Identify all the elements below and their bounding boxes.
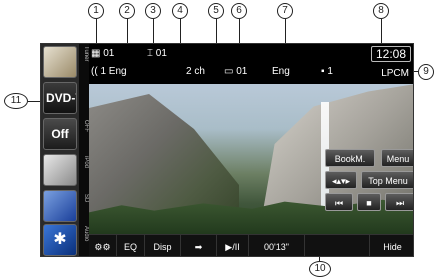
source-ipod-button[interactable] xyxy=(43,154,77,186)
callout-2: 2 xyxy=(119,3,135,19)
stop-button[interactable]: ■ xyxy=(357,193,381,211)
audio-language: Eng xyxy=(108,66,127,77)
cursor-keys-button[interactable]: ◂▴▾▸ xyxy=(325,171,357,189)
arrow-button[interactable]: ➡ xyxy=(181,235,217,256)
callout-8-leader xyxy=(381,19,382,43)
settings-icon: ⚙⚙ xyxy=(94,242,111,252)
camera-icon: ▪ xyxy=(321,66,325,77)
source-sidebar: DVD-V Off ✱ xyxy=(41,44,79,256)
sidebar-tag-sd: SD xyxy=(83,194,89,203)
menu-button[interactable]: Menu xyxy=(381,149,413,167)
chapter-number: 01 xyxy=(155,48,167,59)
subtitle-language: Eng xyxy=(272,66,290,77)
callout-5: 5 xyxy=(208,3,224,19)
video-area[interactable]: BookM. Menu ◂▴▾▸ Top Menu ⏮ ■ ⏭ xyxy=(89,84,413,234)
callout-6: 6 xyxy=(231,3,247,19)
title-number: 01 xyxy=(103,48,115,59)
sidebar-tag-tuner: Tuner xyxy=(83,46,89,62)
callout-3: 3 xyxy=(145,3,161,19)
elapsed-time: 00'13" xyxy=(249,235,305,256)
dvd-player-screen: DVD-V Off ✱ Tuner OFF iPod SD Audio ▦ 01… xyxy=(40,43,414,257)
callout-10: 10 xyxy=(309,261,331,277)
audio-format: LPCM xyxy=(381,68,409,79)
source-off-label: Off xyxy=(51,127,69,141)
next-chapter-button[interactable]: ⏭ xyxy=(385,193,413,211)
callout-8: 8 xyxy=(373,3,389,19)
play-pause-button[interactable]: ▶/II xyxy=(217,235,249,256)
hide-button[interactable]: Hide xyxy=(369,235,413,256)
clock: 12:08 xyxy=(370,46,411,62)
subtitle-number: 01 xyxy=(236,66,248,77)
title-indicator: ▦ 01 xyxy=(91,48,114,59)
callout-1: 1 xyxy=(88,3,104,19)
display-button[interactable]: Disp xyxy=(145,235,181,256)
callout-3-leader xyxy=(153,19,154,43)
chapter-icon: ⌶ xyxy=(147,48,153,59)
previous-chapter-button[interactable]: ⏮ xyxy=(325,193,353,211)
source-off-button[interactable]: Off xyxy=(43,118,77,150)
eq-button[interactable]: EQ xyxy=(117,235,145,256)
status-info-bar: ▦ 01 ⌶ 01 (( 1 Eng 2 ch ▭ 01 Eng ▪ 1 12:… xyxy=(89,44,413,84)
callout-7: 7 xyxy=(277,3,293,19)
angle-indicator: ▪ 1 xyxy=(321,66,333,77)
title-icon: ▦ xyxy=(91,48,101,59)
callout-1-leader xyxy=(96,19,97,43)
audio-number: 1 xyxy=(100,66,107,77)
angle-number: 1 xyxy=(327,66,333,77)
sidebar-tag-audio: Audio xyxy=(83,226,89,242)
bluetooth-icon: ✱ xyxy=(53,231,67,248)
chapter-indicator: ⌶ 01 xyxy=(147,48,167,59)
top-menu-button[interactable]: Top Menu xyxy=(361,171,413,189)
channel-count: 2 ch xyxy=(186,66,205,77)
audio-language-indicator: (( 1 Eng xyxy=(91,66,127,77)
callout-4: 4 xyxy=(172,3,188,19)
settings-button[interactable]: ⚙⚙ xyxy=(89,235,117,256)
subtitle-icon: ▭ xyxy=(224,66,234,77)
bookmark-button[interactable]: BookM. xyxy=(325,149,375,167)
source-tuner-button[interactable] xyxy=(43,46,77,78)
sidebar-tag-ipod: iPod xyxy=(83,156,89,169)
callout-11: 11 xyxy=(4,93,28,109)
source-sd-button[interactable] xyxy=(43,190,77,222)
source-dvd-button[interactable]: DVD-V xyxy=(43,82,77,114)
source-dvd-label: DVD-V xyxy=(46,91,76,105)
subtitle-indicator: ▭ 01 xyxy=(224,66,247,77)
callout-9: 9 xyxy=(418,64,434,80)
source-bluetooth-button[interactable]: ✱ xyxy=(43,224,77,256)
audio-icon: (( xyxy=(91,66,98,77)
playback-control-bar: ⚙⚙ EQ Disp ➡ ▶/II 00'13" Hide xyxy=(89,234,413,256)
sidebar-tag-off: OFF xyxy=(83,120,89,132)
